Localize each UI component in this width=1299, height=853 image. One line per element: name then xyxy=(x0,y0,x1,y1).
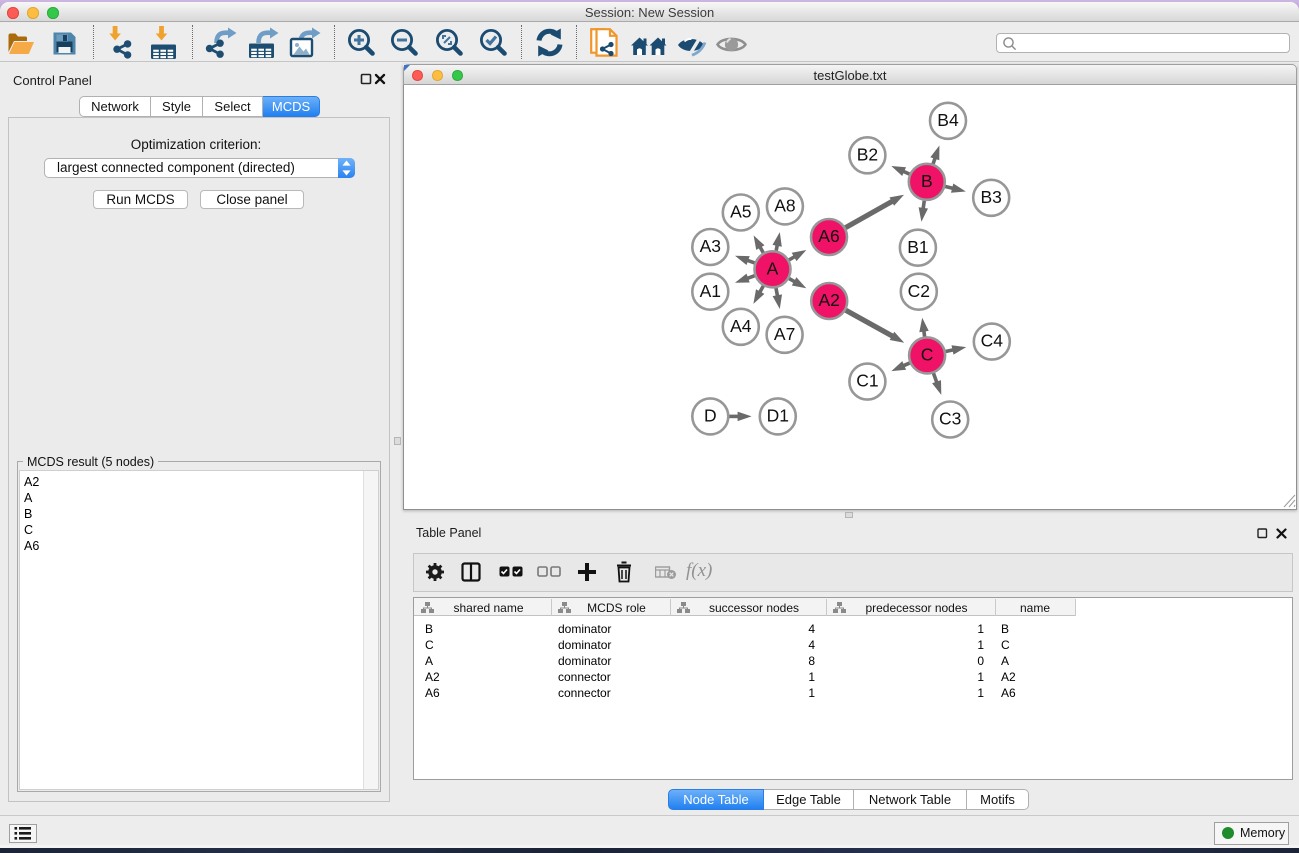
svg-text:A6: A6 xyxy=(818,226,839,246)
svg-text:A3: A3 xyxy=(700,236,721,256)
svg-text:B3: B3 xyxy=(980,187,1001,207)
svg-text:B1: B1 xyxy=(907,237,928,257)
svg-text:A1: A1 xyxy=(700,281,721,301)
svg-text:C4: C4 xyxy=(981,331,1004,351)
svg-text:D1: D1 xyxy=(767,406,789,426)
svg-text:C: C xyxy=(921,345,934,365)
svg-text:B2: B2 xyxy=(857,144,878,164)
svg-text:A2: A2 xyxy=(818,290,839,310)
svg-text:A7: A7 xyxy=(774,324,795,344)
svg-text:B4: B4 xyxy=(937,110,959,130)
svg-text:A8: A8 xyxy=(774,196,795,216)
svg-text:C1: C1 xyxy=(856,371,878,391)
svg-text:C3: C3 xyxy=(939,409,961,429)
svg-text:A: A xyxy=(767,258,779,278)
svg-text:D: D xyxy=(704,406,717,426)
svg-text:A4: A4 xyxy=(730,316,752,336)
svg-text:B: B xyxy=(921,171,933,191)
svg-text:A5: A5 xyxy=(730,202,751,222)
svg-text:C2: C2 xyxy=(908,281,930,301)
